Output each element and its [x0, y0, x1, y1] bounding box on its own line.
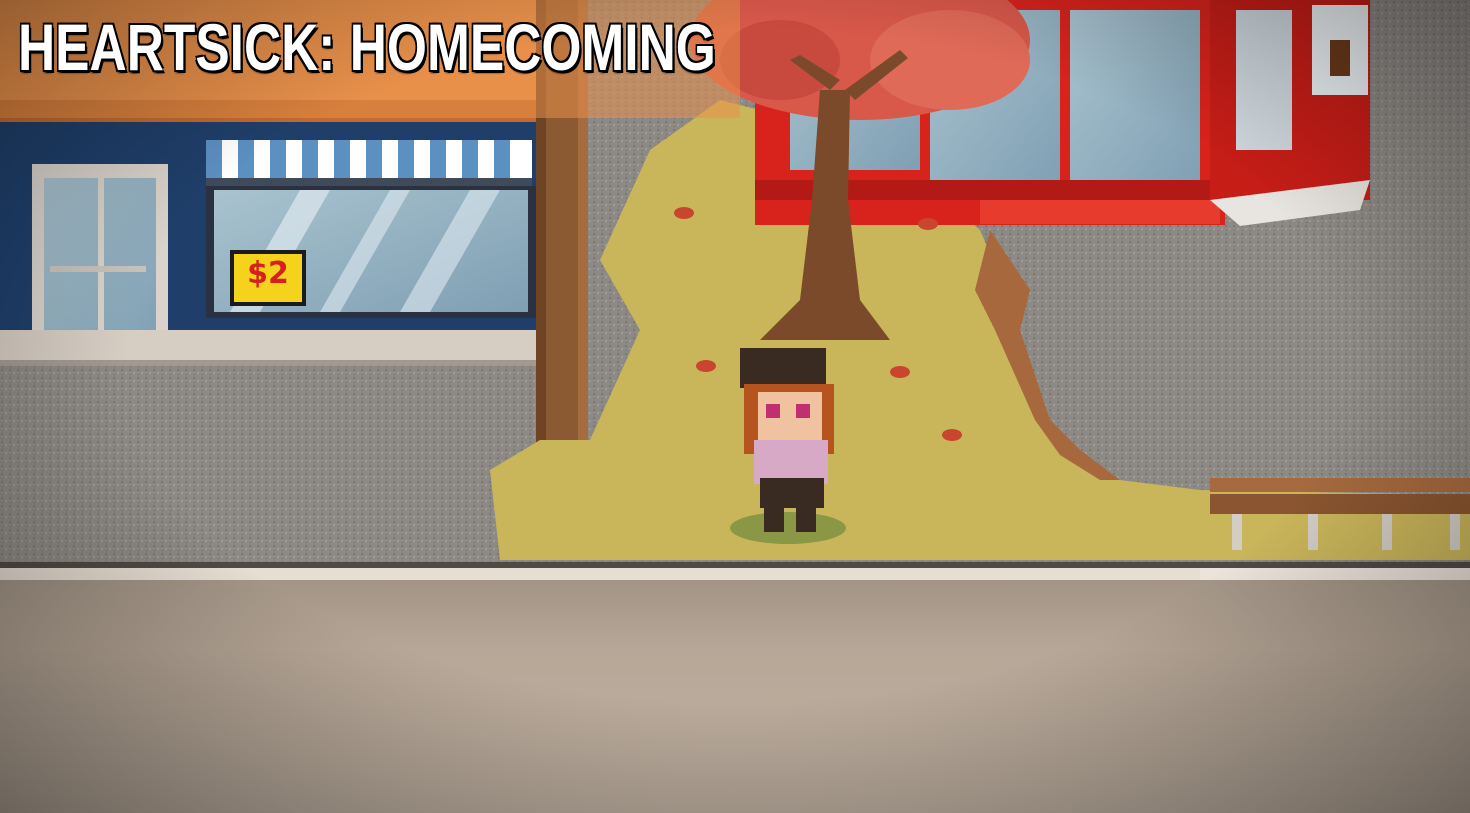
price-sign-text: $2 [247, 256, 289, 291]
scene-canvas [0, 0, 1470, 813]
game-title: HEARTSICK: HOMECOMING [18, 10, 716, 84]
game-scene: $2 HEARTSICK: HOMECOMING [0, 0, 1470, 813]
